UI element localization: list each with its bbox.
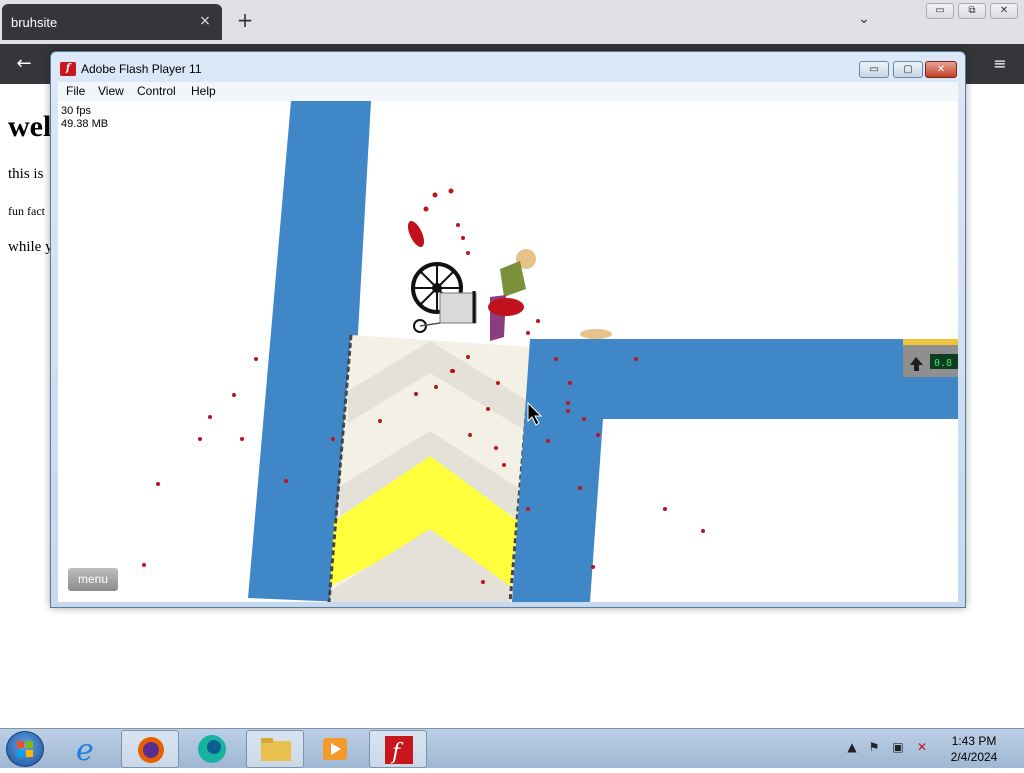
network-icon[interactable]: ▣ [890, 740, 906, 756]
flash-player-taskbar-icon[interactable]: f [369, 730, 427, 768]
fps-readout: 30 fps 49.38 MB [61, 105, 108, 131]
memory-value: 49.38 MB [61, 118, 109, 130]
blood-droplet [461, 236, 465, 240]
flash-maximize-button[interactable]: ▢ [893, 61, 923, 78]
blood-droplet [566, 401, 570, 405]
blood-droplet [468, 433, 472, 437]
blood-droplet [414, 392, 418, 396]
blood-droplet [663, 507, 667, 511]
blood-droplet [496, 381, 500, 385]
blood-droplet [466, 251, 470, 255]
tray-clock[interactable]: 1:43 PM 2/4/2024 [944, 733, 1004, 765]
windows-taskbar: e f ▲ ⚑ ▣ ✕ 1:43 PM 2/4/2024 [0, 728, 1024, 768]
blood-droplet [434, 385, 438, 389]
svg-text:e: e [76, 733, 94, 768]
fps-value: 30 fps [61, 105, 91, 117]
menu-view[interactable]: View [98, 84, 124, 98]
blood-droplet [546, 439, 550, 443]
blood-droplet [566, 409, 570, 413]
blood-droplet [502, 463, 506, 467]
blue-wall-right [512, 339, 958, 602]
game-scene: 0.8 [142, 101, 958, 602]
browser-minimize-button[interactable]: ▭ [926, 3, 954, 19]
level-sign-text: 0.8 [934, 358, 952, 369]
tab-list-chevron-icon[interactable]: ⌄ [853, 11, 875, 31]
clock-date: 2/4/2024 [950, 750, 998, 764]
blood-droplet [423, 206, 429, 212]
blood-droplet [568, 381, 572, 385]
blood-droplet [554, 357, 558, 361]
menu-control[interactable]: Control [137, 84, 176, 98]
action-center-flag-icon[interactable]: ⚑ [866, 740, 882, 756]
browser-menu-icon[interactable]: ≡ [990, 53, 1010, 75]
wheelchair-seat [439, 292, 477, 324]
blood-droplet [494, 446, 498, 450]
media-player-icon[interactable] [306, 730, 364, 768]
blood-droplet [284, 479, 288, 483]
page-heading: wel [8, 110, 52, 143]
blood-droplet [378, 419, 382, 423]
flash-menu-bar: File View Control Help [58, 82, 958, 101]
page-paragraph-2: fun fact [8, 204, 45, 218]
blood-droplet [486, 407, 490, 411]
blood-droplet [582, 417, 586, 421]
browser-tab-bar: bruhsite × + ⌄ ▭ ⧉ ✕ [0, 0, 1024, 44]
blood-droplet [254, 357, 258, 361]
blood-droplet [701, 529, 705, 533]
tab-close-icon[interactable]: × [196, 12, 214, 30]
blood-droplet [331, 437, 335, 441]
blood-droplet [198, 437, 202, 441]
blood-pool [488, 298, 524, 316]
flash-title-bar[interactable]: f Adobe Flash Player 11 ▭ ▢ ✕ [51, 52, 965, 82]
blood-droplet [526, 331, 530, 335]
page-paragraph-1: this is [8, 166, 44, 182]
menu-file[interactable]: File [66, 84, 85, 98]
firefox-icon[interactable] [121, 730, 179, 768]
browser-restore-button[interactable]: ⧉ [958, 3, 986, 19]
new-tab-button[interactable]: + [234, 10, 256, 32]
blood-droplet [456, 223, 460, 227]
severed-limb-top [407, 221, 425, 247]
browser-tab[interactable]: bruhsite × [2, 4, 222, 40]
internet-explorer-icon[interactable]: e [60, 730, 118, 768]
blood-droplet [578, 486, 582, 490]
blood-droplet [596, 433, 600, 437]
severed-leg-right [580, 329, 612, 339]
blood-droplet [481, 580, 485, 584]
page-paragraph-3: while y [8, 239, 53, 255]
edge-icon[interactable] [183, 730, 241, 768]
browser-close-button[interactable]: ✕ [990, 3, 1018, 19]
blood-droplet [432, 192, 438, 198]
blood-droplet [208, 415, 212, 419]
tab-title: bruhsite [11, 15, 58, 30]
flash-window-title: Adobe Flash Player 11 [81, 62, 202, 76]
blood-droplet [591, 565, 595, 569]
blood-droplet [240, 437, 244, 441]
blood-droplet [232, 393, 236, 397]
game-menu-button[interactable]: menu [68, 568, 118, 591]
flash-player-window: f Adobe Flash Player 11 ▭ ▢ ✕ File View … [50, 51, 966, 608]
back-arrow-icon[interactable]: ← [12, 53, 36, 75]
flash-close-button[interactable]: ✕ [925, 61, 957, 78]
flash-minimize-button[interactable]: ▭ [859, 61, 889, 78]
volume-muted-icon[interactable]: ✕ [914, 740, 930, 756]
blood-droplet [536, 319, 540, 323]
tray-expand-icon[interactable]: ▲ [844, 740, 860, 756]
blood-droplet [142, 563, 146, 567]
blood-droplet [156, 482, 160, 486]
file-explorer-icon[interactable] [246, 730, 304, 768]
menu-help[interactable]: Help [191, 84, 216, 98]
wheelchair-frame [419, 322, 441, 327]
level-sign-stripe [903, 339, 958, 345]
blood-droplet [448, 188, 454, 194]
blood-droplet [451, 369, 455, 373]
blood-droplet [526, 507, 530, 511]
start-button-icon[interactable] [6, 731, 44, 767]
clock-time: 1:43 PM [951, 734, 997, 748]
blood-droplet [466, 355, 470, 359]
blood-droplet [634, 357, 638, 361]
flash-player-icon: f [60, 62, 76, 76]
flash-game-stage[interactable]: 30 fps 49.38 MB 0.8 menu [58, 101, 958, 602]
